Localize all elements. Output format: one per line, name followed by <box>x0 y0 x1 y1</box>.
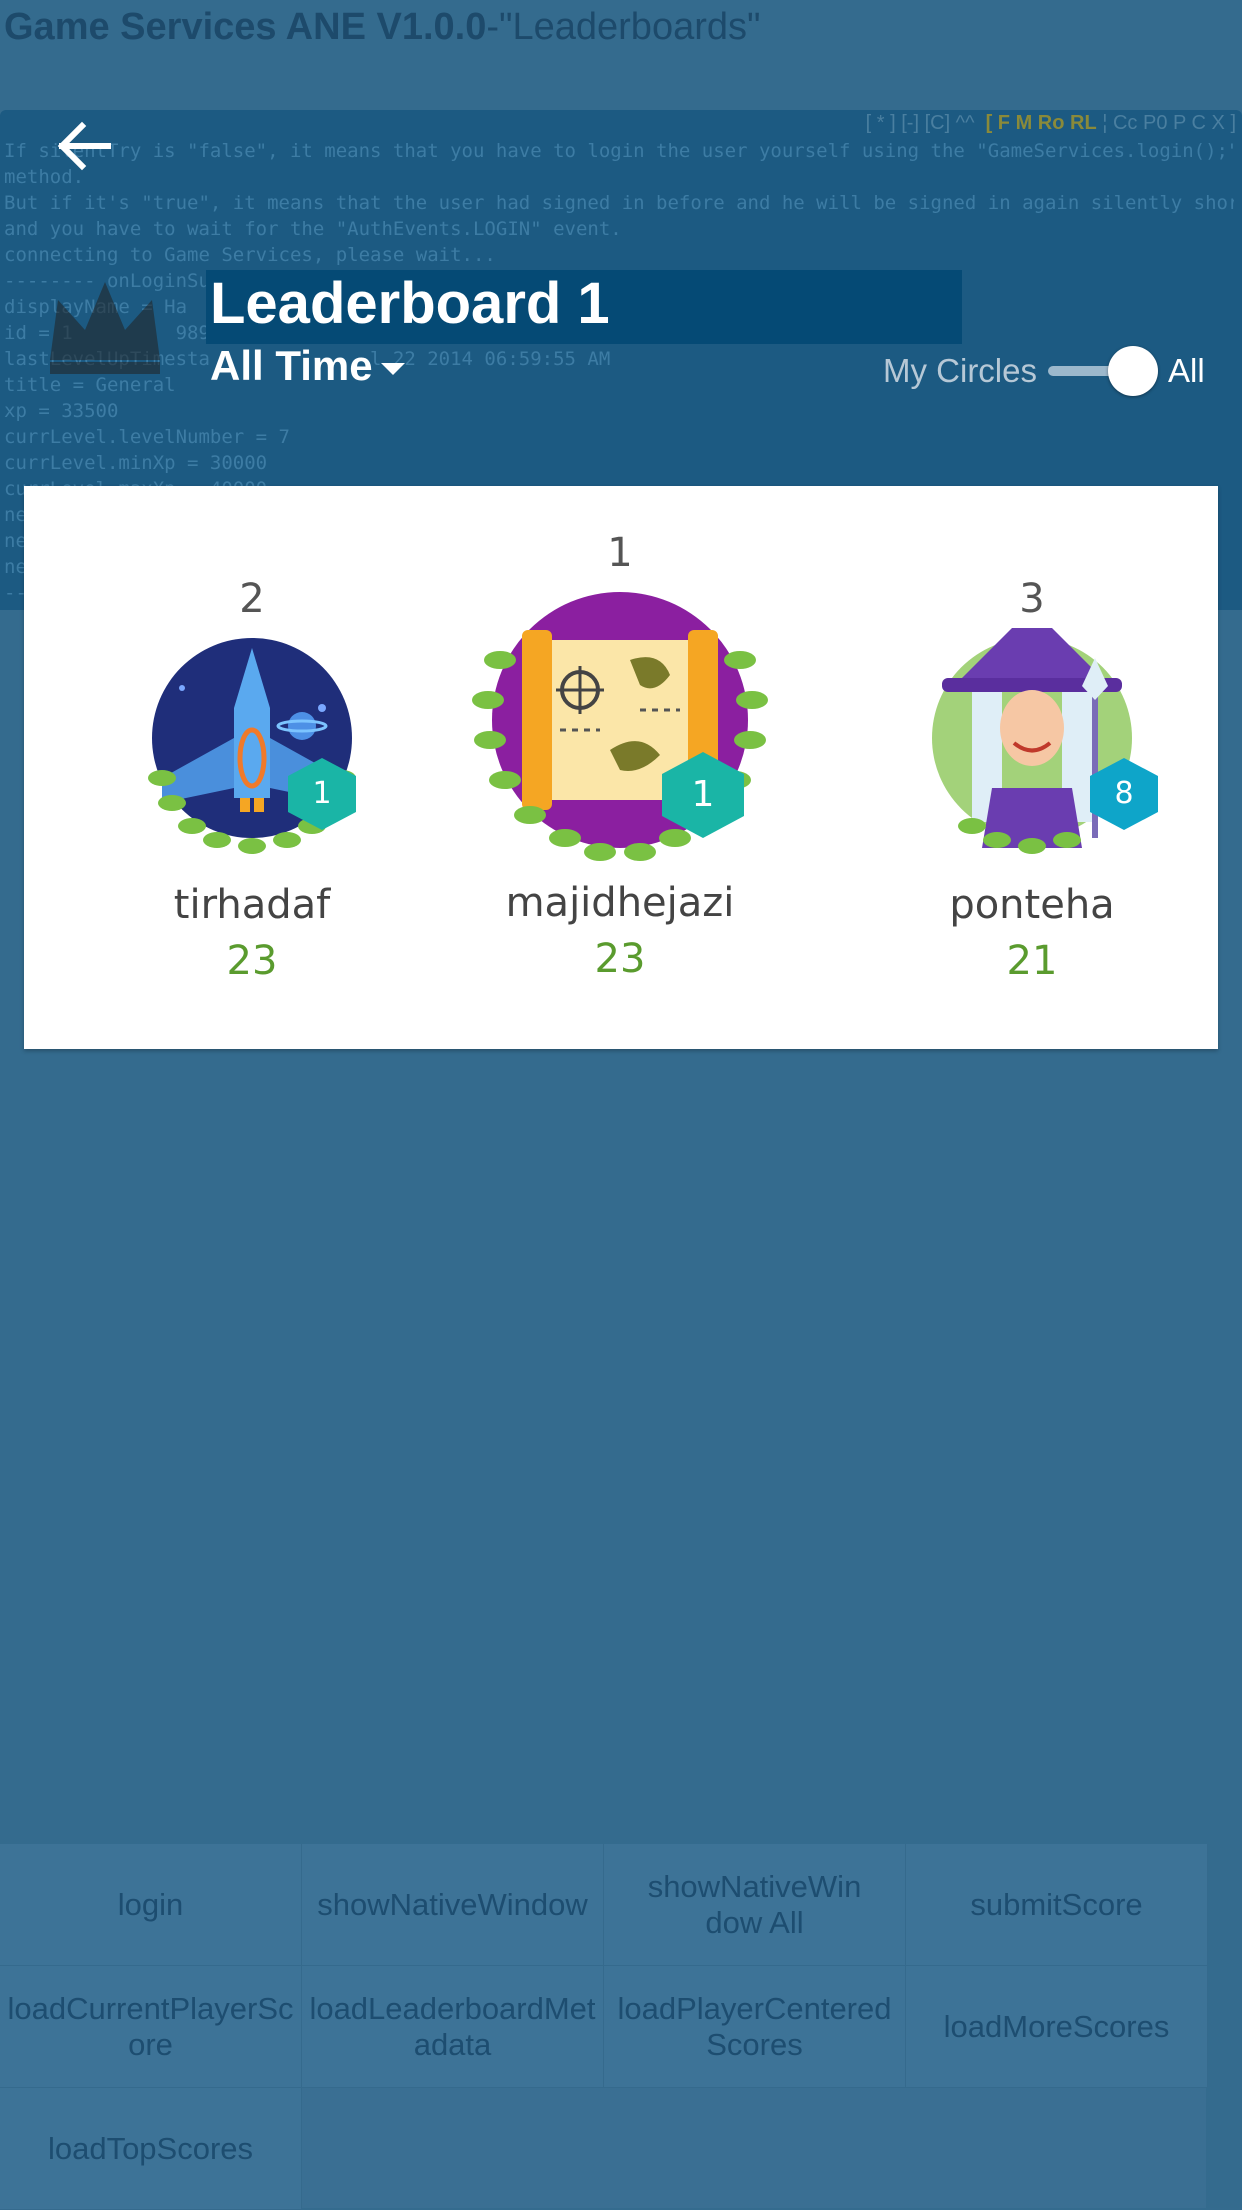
level-badge: 1 <box>286 756 358 832</box>
load-top-scores-button[interactable]: loadTopScores <box>0 2088 302 2210</box>
app-title: Game Services ANE V1.0.0-"Leaderboards" <box>4 6 761 48</box>
level-badge: 1 <box>660 750 746 840</box>
player-score: 23 <box>226 938 278 984</box>
player-score: 23 <box>594 936 646 982</box>
load-more-scores-button[interactable]: loadMoreScores <box>906 1966 1208 2088</box>
debug-toolbar[interactable]: [ * ] [-] [C] ^^ [ F M Ro RL ¦ Cc P0 P C… <box>866 112 1236 135</box>
rank-number: 2 <box>239 576 265 622</box>
rank-number: 3 <box>1019 576 1045 622</box>
load-current-player-score-button[interactable]: loadCurrentPlayerScore <box>0 1966 302 2088</box>
crown-icon <box>50 282 160 374</box>
grid-filler <box>302 2088 1206 2208</box>
load-leaderboard-metadata-button[interactable]: loadLeaderboardMetadata <box>302 1966 604 2088</box>
avatar: 1 <box>460 580 780 876</box>
player-name: majidhejazi <box>505 880 735 926</box>
player-name: tirhadaf <box>173 882 331 928</box>
avatar: 1 <box>122 628 382 868</box>
podium-player-3[interactable]: 3 8 ponteha 21 <box>882 576 1182 984</box>
leaderboard-title: Leaderboard 1 <box>210 271 610 336</box>
chevron-down-icon <box>380 362 405 375</box>
back-arrow-icon[interactable] <box>52 116 116 176</box>
time-filter-dropdown[interactable]: All Time <box>210 342 405 390</box>
rank-number: 1 <box>607 530 633 576</box>
submit-score-button[interactable]: submitScore <box>906 1844 1208 1966</box>
load-player-centered-scores-button[interactable]: loadPlayerCenteredScores <box>604 1966 906 2088</box>
show-native-window-all-button[interactable]: showNativeWindow All <box>604 1844 906 1966</box>
login-button[interactable]: login <box>0 1844 302 1966</box>
avatar: 8 <box>902 628 1162 868</box>
player-name: ponteha <box>949 882 1115 928</box>
player-score: 21 <box>1006 938 1058 984</box>
circles-toggle[interactable] <box>1048 344 1158 398</box>
podium-player-1[interactable]: 1 1 majidhejazi 23 <box>455 530 785 982</box>
toggle-left-label: My Circles <box>883 352 1037 389</box>
podium-player-2[interactable]: 2 1 tirhadaf 23 <box>102 576 402 984</box>
toggle-right-label: All <box>1168 352 1205 389</box>
show-native-window-button[interactable]: showNativeWindow <box>302 1844 604 1966</box>
level-badge: 8 <box>1088 756 1160 832</box>
podium-card: 2 1 tirhadaf 23 1 1 majidhejazi 23 3 8 p… <box>24 486 1218 1049</box>
